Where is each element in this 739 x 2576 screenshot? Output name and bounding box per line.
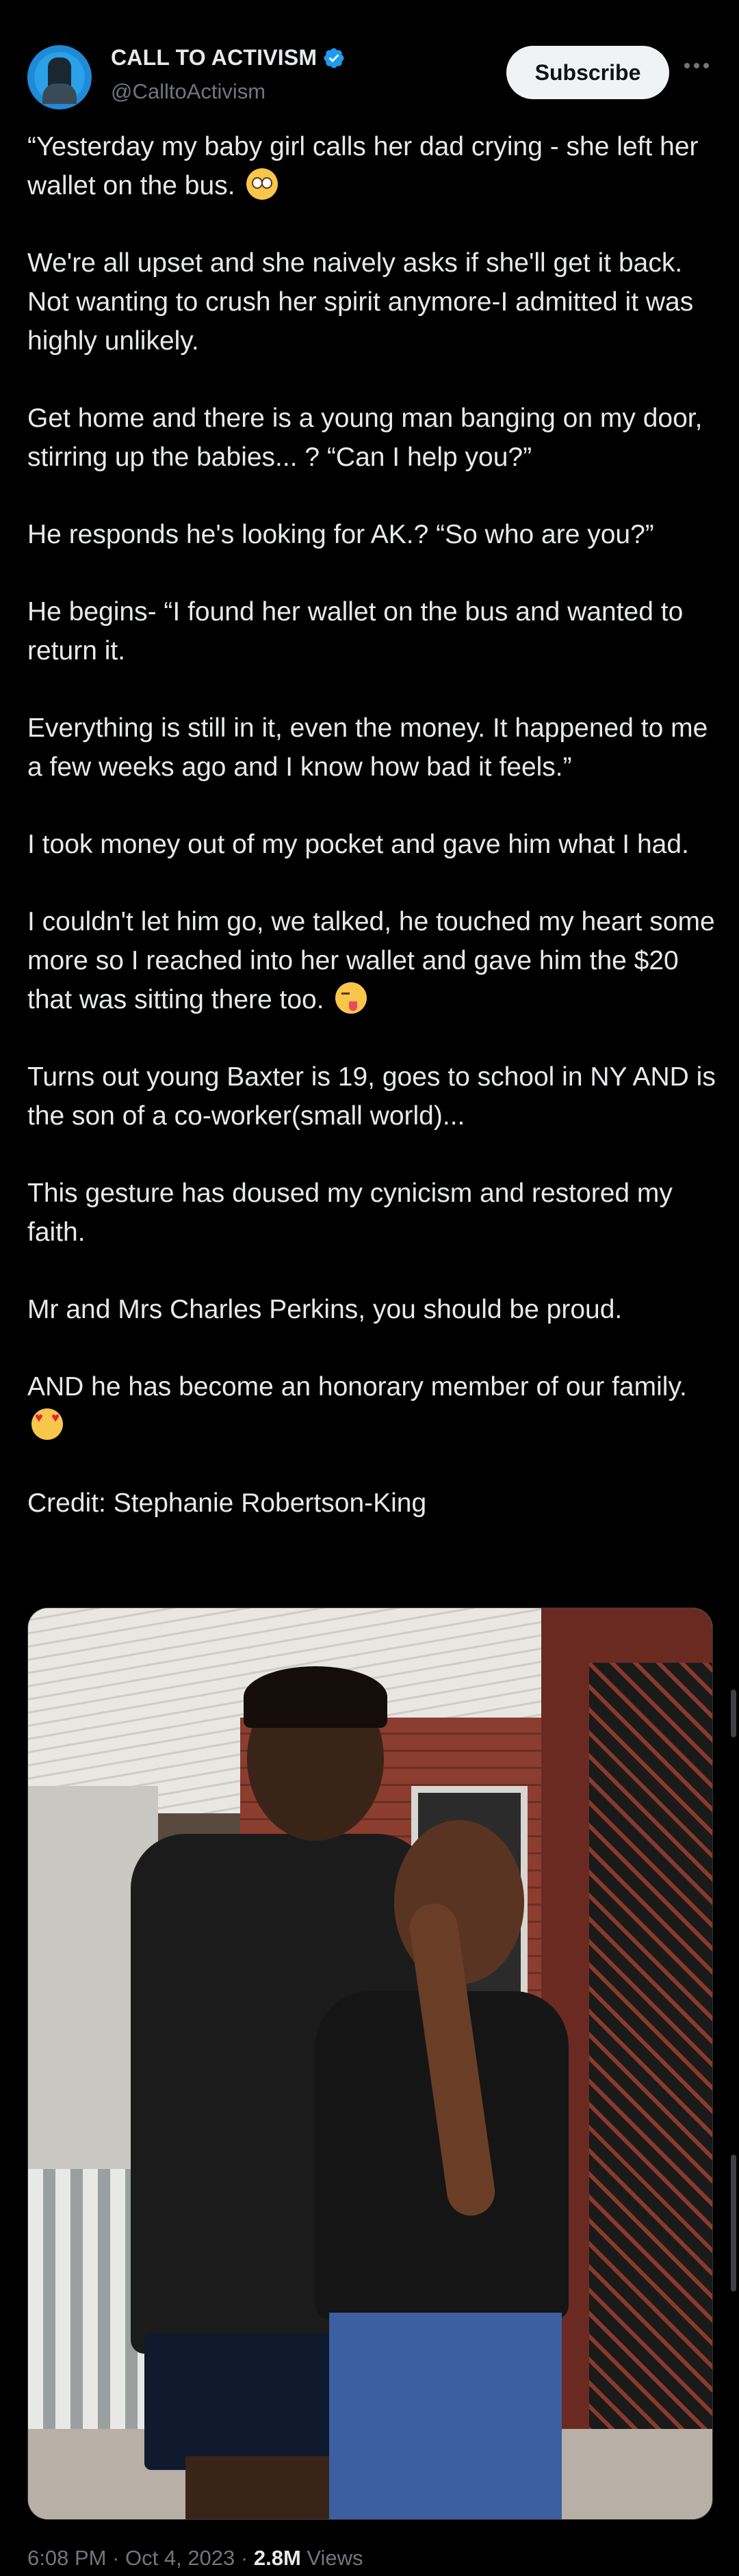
tweet-paragraph: AND he has become an honorary member of … <box>27 1367 718 1445</box>
tweet-paragraph: We're all upset and she naively asks if … <box>27 248 694 356</box>
tweet-paragraph: Everything is still in it, even the mone… <box>27 713 708 782</box>
tweet-text: “Yesterday my baby girl calls her dad cr… <box>27 127 718 1523</box>
more-options-icon[interactable] <box>681 52 712 79</box>
scrollbar-thumb[interactable] <box>731 1690 736 1737</box>
flushed-face-icon <box>246 168 278 200</box>
verified-badge-icon <box>324 47 344 68</box>
tweet-paragraph: Credit: Stephanie Robertson-King <box>27 1488 427 1518</box>
tweet-paragraph: He responds he's looking for AK.? “So wh… <box>27 520 654 549</box>
tweet-header: CALL TO ACTIVISM @CalltoActivism Subscri… <box>27 42 712 118</box>
views-label: Views <box>300 2546 363 2570</box>
tweet-meta: 6:08 PM · Oct 4, 2023 · 2.8M Views <box>27 2546 363 2570</box>
tweet-paragraph: Get home and there is a young man bangin… <box>27 404 703 472</box>
tweet-photo[interactable] <box>27 1607 713 2520</box>
subscribe-button[interactable]: Subscribe <box>506 46 669 99</box>
scrollbar-thumb[interactable] <box>731 2155 736 2291</box>
tweet-paragraph: “Yesterday my baby girl calls her dad cr… <box>27 132 699 200</box>
tweet-paragraph: Mr and Mrs Charles Perkins, you should b… <box>27 1295 623 1324</box>
tweet-paragraph: Turns out young Baxter is 19, goes to sc… <box>27 1062 716 1131</box>
tweet-paragraph: This gesture has doused my cynicism and … <box>27 1179 673 1247</box>
tweet-paragraph: He begins- “I found her wallet on the bu… <box>27 597 684 666</box>
tweet-paragraph: I couldn't let him go, we talked, he tou… <box>27 907 715 1014</box>
heart-eyes-face-icon <box>31 1408 63 1440</box>
display-name[interactable]: CALL TO ACTIVISM <box>111 45 317 70</box>
tweet-paragraph: I took money out of my pocket and gave h… <box>27 830 689 859</box>
tweet-time[interactable]: 6:08 PM <box>27 2546 106 2570</box>
tweet-date[interactable]: Oct 4, 2023 <box>125 2546 235 2570</box>
views-count: 2.8M <box>253 2546 301 2570</box>
winking-tongue-face-icon <box>335 982 367 1014</box>
author-name-row[interactable]: CALL TO ACTIVISM <box>111 45 346 70</box>
handle[interactable]: @CalltoActivism <box>111 79 265 104</box>
avatar[interactable] <box>27 45 92 109</box>
